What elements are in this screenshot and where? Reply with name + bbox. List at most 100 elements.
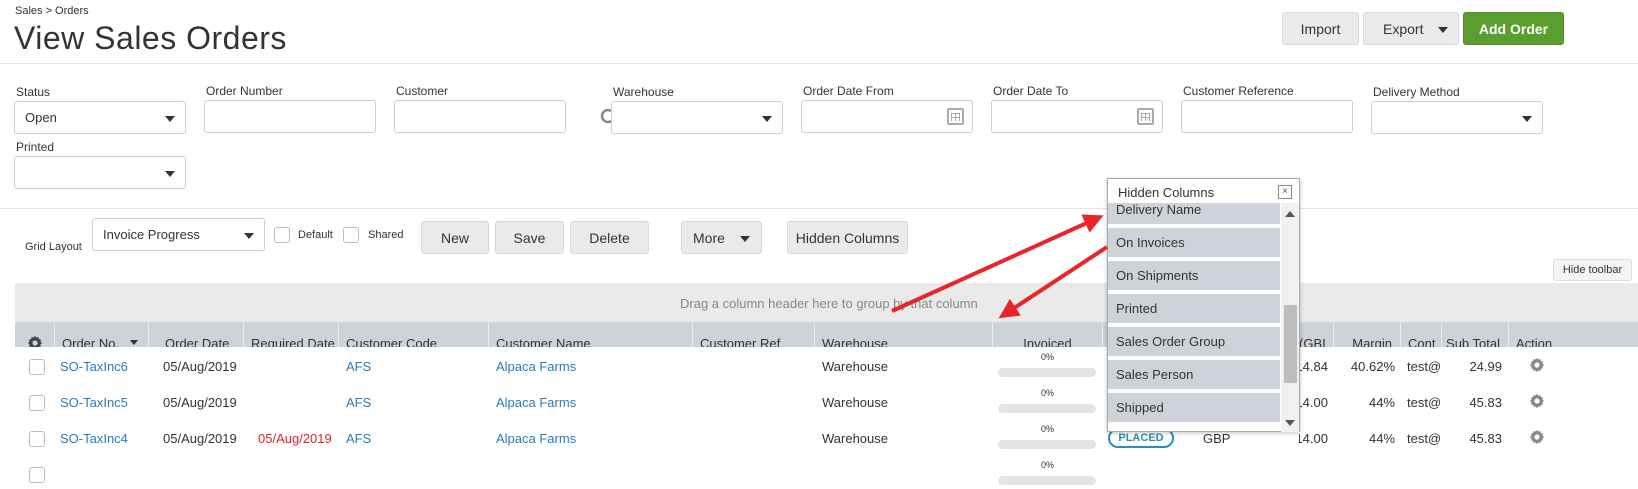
- chevron-down-icon: [165, 116, 175, 122]
- invoiced-percent: 0%: [1041, 388, 1055, 398]
- customer-reference-label: Customer Reference: [1183, 84, 1294, 98]
- customer-code-link[interactable]: AFS: [346, 419, 486, 457]
- contact-cell: test@u: [1407, 358, 1441, 374]
- delete-layout-button[interactable]: Delete: [570, 221, 649, 254]
- hidden-column-item[interactable]: Shipped: [1108, 393, 1280, 424]
- invoiced-percent: 0%: [1041, 352, 1055, 362]
- required-date-cell: [258, 383, 348, 421]
- row-select-checkbox[interactable]: [29, 395, 45, 411]
- row-select-checkbox[interactable]: [29, 467, 45, 483]
- delivery-method-select[interactable]: [1371, 101, 1543, 134]
- order-date-from-input[interactable]: [801, 100, 973, 133]
- customer-name-link[interactable]: Alpaca Farms: [496, 419, 686, 457]
- warehouse-select[interactable]: [611, 101, 783, 134]
- hidden-column-item[interactable]: Delivery Name: [1108, 203, 1280, 226]
- default-checkbox[interactable]: [274, 227, 290, 243]
- save-layout-button-label: Save: [513, 229, 546, 246]
- hide-toolbar-button[interactable]: Hide toolbar: [1553, 259, 1632, 281]
- group-by-drop-zone[interactable]: Drag a column header here to group by th…: [15, 283, 1638, 323]
- gear-icon[interactable]: [1529, 357, 1545, 373]
- chevron-down-icon: [740, 236, 750, 242]
- required-date-cell: [258, 455, 348, 489]
- filters-divider: [0, 208, 1638, 209]
- new-layout-button-label: New: [440, 229, 469, 246]
- import-button-label: Import: [1300, 20, 1341, 37]
- new-layout-button[interactable]: New: [421, 221, 489, 254]
- hidden-column-item[interactable]: Sales Person: [1108, 360, 1280, 391]
- grid-layout-select[interactable]: Invoice Progress: [92, 218, 265, 251]
- order-no-link[interactable]: SO-TaxInc5: [60, 383, 150, 421]
- sub-total-cell: 24.99: [1469, 358, 1502, 374]
- scrollbar-thumb[interactable]: [1284, 305, 1297, 383]
- table-row[interactable]: SO-TaxInc6 05/Aug/2019 AFS Alpaca Farms Ware…: [15, 347, 1638, 385]
- close-icon[interactable]: ×: [1278, 185, 1292, 199]
- page-title: View Sales Orders: [14, 20, 287, 56]
- customer-label: Customer: [396, 84, 449, 98]
- customer-code-link[interactable]: AFS: [346, 383, 486, 421]
- hidden-columns-list: Delivery Name On Invoices On Shipments P…: [1108, 203, 1280, 432]
- table-row[interactable]: 0%: [15, 455, 1638, 489]
- gear-icon[interactable]: [1529, 429, 1545, 445]
- more-button-label: More: [693, 229, 725, 246]
- warehouse-cell: [822, 455, 982, 489]
- customer-code-link[interactable]: AFS: [346, 347, 486, 385]
- table-row[interactable]: SO-TaxInc5 05/Aug/2019 AFS Alpaca Farms Ware…: [15, 383, 1638, 421]
- table-row[interactable]: SO-TaxInc4 05/Aug/2019 05/Aug/2019 AFS Alpac…: [15, 419, 1638, 457]
- order-no-link[interactable]: [60, 455, 150, 489]
- grid-layout-label: Grid Layout: [25, 241, 82, 253]
- hidden-column-item-label: Delivery Name: [1116, 203, 1202, 217]
- sub-total-cell: 45.83: [1469, 430, 1502, 446]
- customer-name-link[interactable]: Alpaca Farms: [496, 347, 686, 385]
- hidden-column-item-label: On Invoices: [1116, 235, 1185, 250]
- calendar-icon[interactable]: [947, 108, 964, 125]
- scroll-up-icon[interactable]: [1285, 211, 1295, 217]
- customer-name-link[interactable]: [496, 455, 686, 489]
- delivery-method-label: Delivery Method: [1373, 85, 1460, 99]
- order-date-cell: [163, 455, 253, 489]
- customer-name-link[interactable]: Alpaca Farms: [496, 383, 686, 421]
- amount-cell: 14.00: [1299, 394, 1328, 410]
- warehouse-cell: Warehouse: [822, 394, 888, 410]
- gear-icon[interactable]: [1529, 393, 1545, 409]
- hidden-columns-button[interactable]: Hidden Columns: [787, 221, 908, 254]
- customer-reference-input[interactable]: [1181, 100, 1353, 133]
- calendar-icon[interactable]: [1137, 108, 1154, 125]
- import-button[interactable]: Import: [1282, 12, 1359, 45]
- order-no-link[interactable]: SO-TaxInc4: [60, 419, 150, 457]
- hidden-column-item[interactable]: On Shipments: [1108, 261, 1280, 292]
- hidden-column-item-label: On Shipments: [1116, 268, 1199, 283]
- hidden-columns-popup-title: Hidden Columns: [1118, 185, 1215, 200]
- row-select-checkbox[interactable]: [29, 359, 45, 375]
- required-date-cell: 05/Aug/2019: [258, 430, 332, 446]
- delete-layout-button-label: Delete: [589, 229, 630, 246]
- amount-cell: [1299, 455, 1328, 489]
- save-layout-button[interactable]: Save: [495, 221, 564, 254]
- more-button[interactable]: More: [681, 221, 762, 254]
- order-no-link[interactable]: SO-TaxInc6: [60, 347, 150, 385]
- order-number-input[interactable]: [204, 100, 376, 133]
- status-select[interactable]: Open: [14, 101, 186, 134]
- customer-code-link[interactable]: [346, 455, 486, 489]
- shared-checkbox[interactable]: [343, 227, 359, 243]
- customer-input[interactable]: [394, 100, 566, 133]
- shared-checkbox-label: Shared: [368, 229, 404, 241]
- invoiced-progress-bar: [998, 476, 1096, 485]
- warehouse-cell: Warehouse: [822, 430, 888, 446]
- export-button[interactable]: Export: [1363, 12, 1459, 45]
- printed-label: Printed: [16, 140, 55, 154]
- hidden-columns-scrollbar[interactable]: [1281, 203, 1299, 432]
- grid-layout-value: Invoice Progress: [103, 227, 200, 242]
- hidden-column-item-label: Printed: [1116, 301, 1158, 316]
- add-order-button[interactable]: Add Order: [1463, 12, 1564, 45]
- row-select-checkbox[interactable]: [29, 431, 45, 447]
- printed-select[interactable]: [14, 156, 186, 189]
- contact-cell: test@u: [1407, 430, 1441, 446]
- sub-total-cell: 45.83: [1469, 394, 1502, 410]
- hidden-column-item[interactable]: Sales Order Group: [1108, 327, 1280, 358]
- order-date-to-input[interactable]: [991, 100, 1163, 133]
- hidden-column-item[interactable]: On Invoices: [1108, 228, 1280, 259]
- contact-cell: test@u: [1407, 394, 1441, 410]
- hidden-column-item[interactable]: Printed: [1108, 294, 1280, 325]
- scroll-down-icon[interactable]: [1285, 420, 1295, 426]
- margin-cell: 40.62%: [1350, 358, 1395, 374]
